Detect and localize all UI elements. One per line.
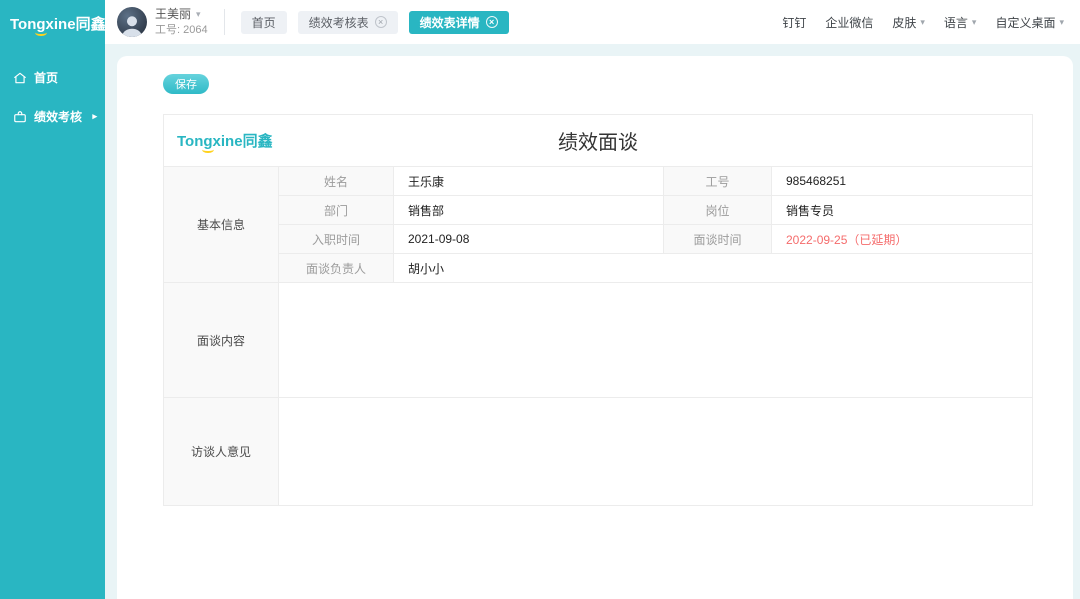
logo-smile-icon: g bbox=[203, 133, 212, 150]
user-employee-no: 工号: 2064 bbox=[155, 24, 208, 37]
main-column: 王美丽 ▾ 工号: 2064 首页 绩效考核表 × 绩效表详情 × bbox=[105, 0, 1080, 599]
top-header: 王美丽 ▾ 工号: 2064 首页 绩效考核表 × 绩效表详情 × bbox=[105, 0, 1080, 44]
logo-smile-icon: g bbox=[36, 16, 45, 33]
tab-bar: 首页 绩效考核表 × 绩效表详情 × bbox=[241, 11, 509, 34]
group-label-basic-info: 基本信息 bbox=[164, 167, 279, 283]
field-label-interviewer: 面谈负责人 bbox=[279, 254, 394, 283]
field-label-name: 姓名 bbox=[279, 167, 394, 196]
table-row: 入职时间 2021-09-08 面谈时间 2022-09-25（已延期） bbox=[164, 225, 1033, 254]
briefcase-icon bbox=[13, 110, 27, 124]
field-value-department: 销售部 bbox=[394, 196, 664, 225]
table-row: 基本信息 姓名 王乐康 工号 985468251 bbox=[164, 167, 1033, 196]
person-icon bbox=[117, 10, 147, 37]
logo-text-2: xine bbox=[46, 16, 76, 33]
table-row: 访谈人意见 bbox=[164, 398, 1033, 506]
table-row: 面谈负责人 胡小小 bbox=[164, 254, 1033, 283]
interview-content-input[interactable] bbox=[279, 283, 1033, 398]
field-value-hire-date: 2021-09-08 bbox=[394, 225, 664, 254]
table-row: 面谈内容 bbox=[164, 283, 1033, 398]
table-row: 部门 销售部 岗位 销售专员 bbox=[164, 196, 1033, 225]
user-name: 王美丽 bbox=[155, 7, 191, 21]
tab-form-detail[interactable]: 绩效表详情 × bbox=[409, 11, 509, 34]
sidebar-item-home[interactable]: 首页 bbox=[0, 58, 105, 97]
tab-label: 绩效考核表 bbox=[309, 14, 369, 31]
tab-label: 绩效表详情 bbox=[420, 14, 480, 31]
menu-label: 企业微信 bbox=[825, 14, 873, 31]
tab-label: 首页 bbox=[252, 14, 276, 31]
field-value-position: 销售专员 bbox=[772, 196, 1033, 225]
field-label-department: 部门 bbox=[279, 196, 394, 225]
menu-custom-desktop[interactable]: 自定义桌面 ▾ bbox=[995, 14, 1064, 31]
chevron-down-icon: ▾ bbox=[920, 17, 925, 28]
field-label-employee-no: 工号 bbox=[664, 167, 772, 196]
content-card: 保存 Tongxine同鑫 绩效面谈 基本信息 姓名 王乐康 bbox=[117, 56, 1073, 599]
logo-cn: 同鑫 bbox=[76, 16, 106, 33]
home-icon bbox=[13, 71, 27, 85]
tab-home[interactable]: 首页 bbox=[241, 11, 287, 34]
close-icon[interactable]: × bbox=[486, 16, 498, 28]
sidebar-item-performance[interactable]: 绩效考核 ▸ bbox=[0, 97, 105, 136]
user-avatar[interactable] bbox=[117, 7, 147, 37]
field-label-interview-date: 面谈时间 bbox=[664, 225, 772, 254]
menu-label: 语言 bbox=[944, 14, 968, 31]
sidebar-menu: 首页 绩效考核 ▸ bbox=[0, 58, 105, 136]
field-label-position: 岗位 bbox=[664, 196, 772, 225]
menu-dingtalk[interactable]: 钉钉 bbox=[782, 14, 806, 31]
chevron-down-icon: ▾ bbox=[972, 17, 977, 28]
brand-logo: Tongxine同鑫 bbox=[10, 13, 105, 34]
close-icon[interactable]: × bbox=[375, 16, 387, 28]
menu-wecom[interactable]: 企业微信 bbox=[825, 14, 873, 31]
menu-skin[interactable]: 皮肤 ▾ bbox=[892, 14, 925, 31]
chevron-down-icon: ▾ bbox=[196, 9, 201, 20]
logo-text: Ton bbox=[10, 16, 36, 33]
menu-label: 钉钉 bbox=[782, 14, 806, 31]
menu-label: 自定义桌面 bbox=[995, 14, 1055, 31]
chevron-down-icon: ▾ bbox=[1059, 17, 1064, 28]
save-button[interactable]: 保存 bbox=[163, 74, 209, 94]
content-area: 保存 Tongxine同鑫 绩效面谈 基本信息 姓名 王乐康 bbox=[105, 44, 1080, 599]
form-title-row: Tongxine同鑫 绩效面谈 bbox=[164, 115, 1033, 167]
field-value-interview-date-overdue: 2022-09-25（已延期） bbox=[772, 225, 1033, 254]
section-label-interview-content: 面谈内容 bbox=[164, 283, 279, 398]
form-title: 绩效面谈 bbox=[164, 126, 1032, 155]
header-actions: 钉钉 企业微信 皮肤 ▾ 语言 ▾ 自定义桌面 ▾ bbox=[782, 14, 1064, 31]
field-value-interviewer: 胡小小 bbox=[394, 254, 1033, 283]
section-label-interviewer-opinion: 访谈人意见 bbox=[164, 398, 279, 506]
logo-text-2: xine bbox=[213, 133, 243, 150]
menu-label: 皮肤 bbox=[892, 14, 916, 31]
logo-text: Ton bbox=[177, 133, 203, 150]
user-menu[interactable]: 王美丽 ▾ 工号: 2064 bbox=[155, 7, 208, 37]
field-value-name: 王乐康 bbox=[394, 167, 664, 196]
form-brand-logo: Tongxine同鑫 bbox=[177, 130, 273, 151]
interviewer-opinion-input[interactable] bbox=[279, 398, 1033, 506]
field-value-employee-no: 985468251 bbox=[772, 167, 1033, 196]
app-root: Tongxine同鑫 首页 绩效考核 ▸ 王美丽 ▾ bbox=[0, 0, 1080, 599]
interview-form-table: Tongxine同鑫 绩效面谈 基本信息 姓名 王乐康 工号 985468251… bbox=[163, 114, 1033, 506]
sidebar-item-label: 首页 bbox=[34, 69, 58, 86]
submenu-arrow-icon: ▸ bbox=[92, 112, 97, 121]
menu-language[interactable]: 语言 ▾ bbox=[944, 14, 977, 31]
header-divider bbox=[224, 9, 225, 35]
logo-cn: 同鑫 bbox=[243, 133, 273, 150]
sidebar: Tongxine同鑫 首页 绩效考核 ▸ bbox=[0, 0, 105, 599]
field-label-hire-date: 入职时间 bbox=[279, 225, 394, 254]
sidebar-item-label: 绩效考核 bbox=[34, 108, 82, 125]
tab-performance-forms[interactable]: 绩效考核表 × bbox=[298, 11, 398, 34]
